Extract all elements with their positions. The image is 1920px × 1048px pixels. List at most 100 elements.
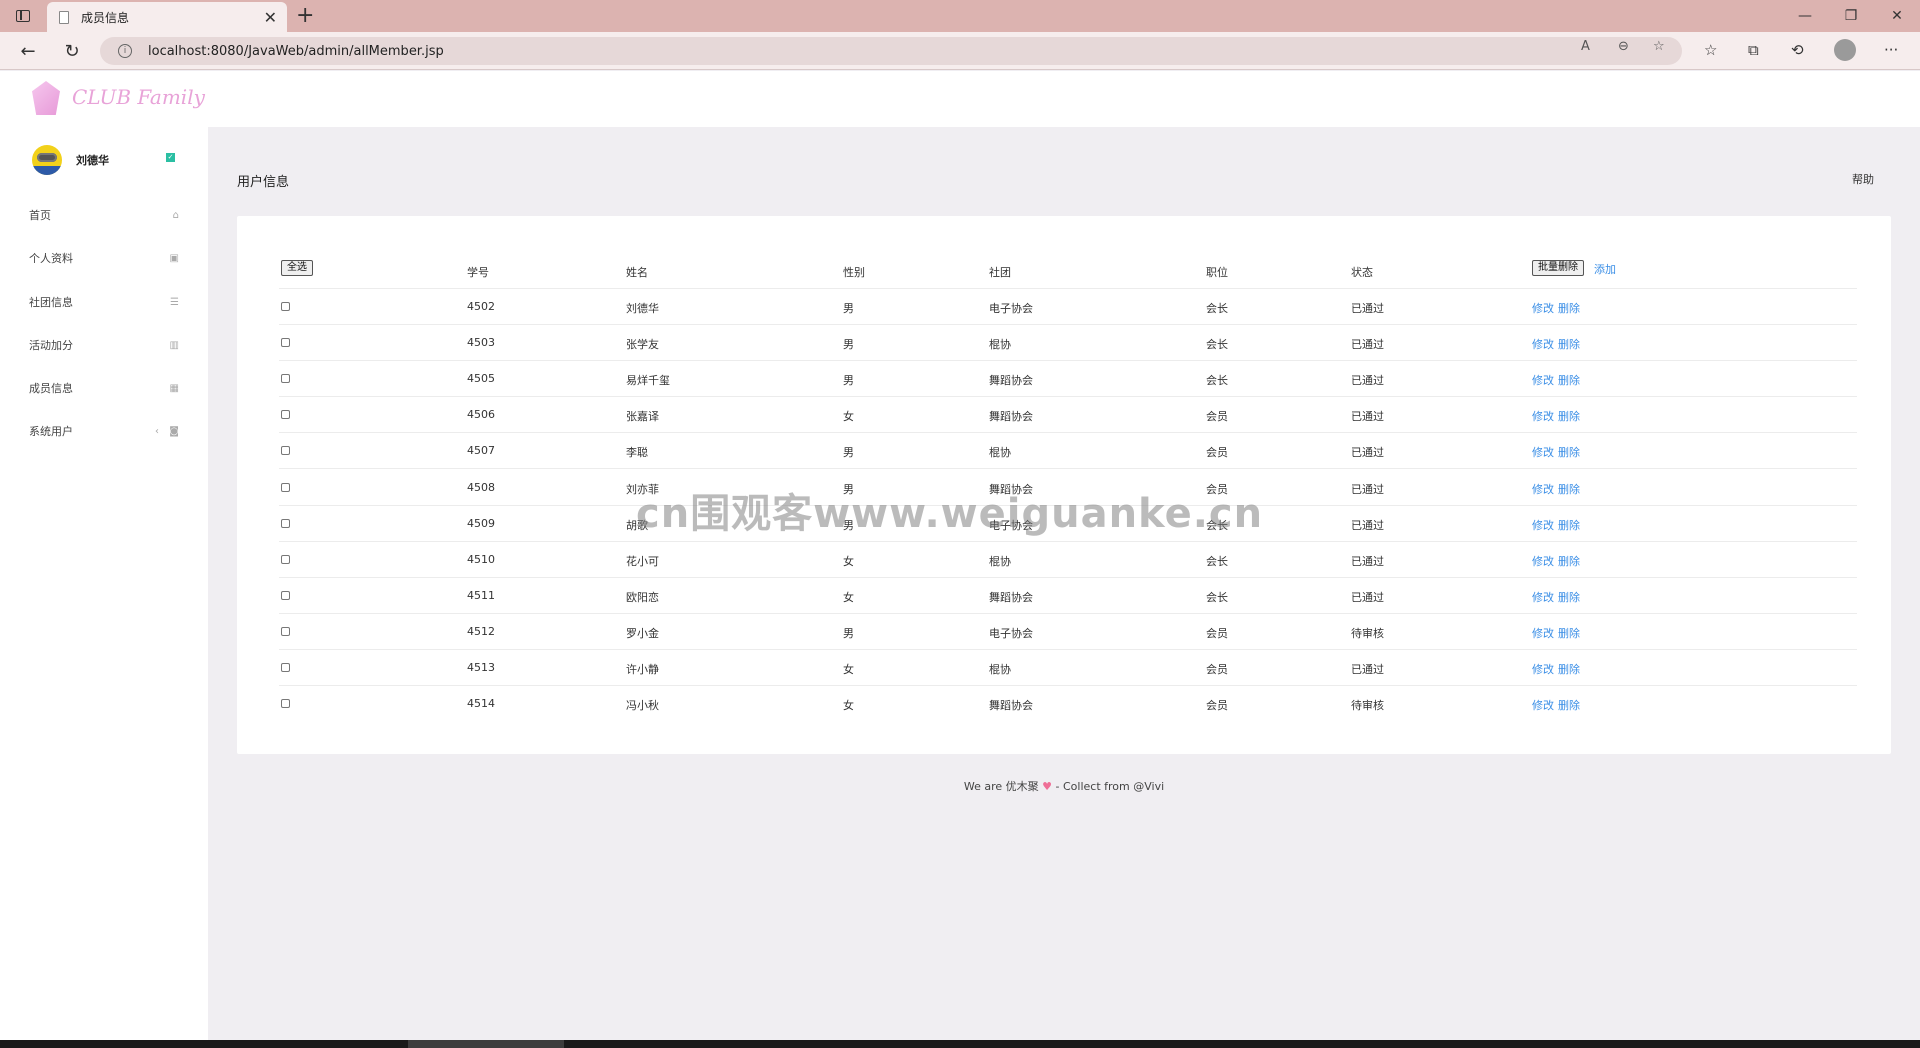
- sidebar-item-clubs[interactable]: 社团信息 ☰: [0, 287, 208, 317]
- cell-position: 会员: [1206, 627, 1228, 640]
- tab-actions-icon[interactable]: [10, 6, 36, 26]
- read-aloud-icon[interactable]: A: [1581, 39, 1590, 54]
- column-header-status: 状态: [1351, 266, 1373, 279]
- delete-link[interactable]: 删除: [1558, 589, 1580, 605]
- add-member-link[interactable]: 添加: [1594, 261, 1616, 277]
- row-checkbox[interactable]: [281, 627, 290, 636]
- column-header-position: 职位: [1206, 266, 1228, 279]
- info-icon[interactable]: i: [118, 44, 132, 58]
- new-tab-button[interactable]: +: [296, 3, 314, 28]
- cell-gender: 男: [843, 338, 854, 351]
- row-checkbox[interactable]: [281, 591, 290, 600]
- cell-club: 棍协: [989, 446, 1011, 459]
- zoom-out-icon[interactable]: ⊖: [1618, 39, 1629, 54]
- edit-link[interactable]: 修改: [1532, 625, 1554, 641]
- delete-link[interactable]: 删除: [1558, 697, 1580, 713]
- url-text[interactable]: localhost:8080/JavaWeb/admin/allMember.j…: [148, 44, 444, 59]
- sidebar-item-system-users[interactable]: 系统用户 ‹ ◙: [0, 416, 208, 446]
- cell-id: 4508: [467, 481, 495, 494]
- row-checkbox[interactable]: [281, 446, 290, 455]
- favorites-icon[interactable]: ☆: [1704, 41, 1717, 59]
- cell-gender: 男: [843, 446, 854, 459]
- sidebar-item-members[interactable]: 成员信息 ▦: [0, 373, 208, 403]
- select-all-button[interactable]: 全选: [281, 260, 313, 276]
- add-favorite-icon[interactable]: ☆: [1653, 39, 1665, 54]
- delete-link[interactable]: 删除: [1558, 553, 1580, 569]
- edit-link[interactable]: 修改: [1532, 517, 1554, 533]
- delete-link[interactable]: 删除: [1558, 517, 1580, 533]
- row-checkbox[interactable]: [281, 374, 290, 383]
- cell-status: 已通过: [1351, 555, 1384, 568]
- row-checkbox[interactable]: [281, 663, 290, 672]
- help-link[interactable]: 帮助: [1852, 171, 1874, 187]
- cell-position: 会长: [1206, 374, 1228, 387]
- edit-link[interactable]: 修改: [1532, 589, 1554, 605]
- edit-link[interactable]: 修改: [1532, 481, 1554, 497]
- row-checkbox[interactable]: [281, 555, 290, 564]
- taskbar-active-app[interactable]: [408, 1040, 564, 1048]
- cell-position: 会员: [1206, 699, 1228, 712]
- edit-link[interactable]: 修改: [1532, 553, 1554, 569]
- cell-status: 已通过: [1351, 663, 1384, 676]
- sidebar-item-activity[interactable]: 活动加分 ▥: [0, 330, 208, 360]
- edit-link[interactable]: 修改: [1532, 372, 1554, 388]
- address-bar[interactable]: i localhost:8080/JavaWeb/admin/allMember…: [100, 37, 1682, 65]
- cell-position: 会长: [1206, 302, 1228, 315]
- close-tab-icon[interactable]: ✕: [264, 8, 277, 27]
- edit-link[interactable]: 修改: [1532, 300, 1554, 316]
- cell-id: 4514: [467, 697, 495, 710]
- edit-link[interactable]: 修改: [1532, 408, 1554, 424]
- profile-icon[interactable]: [1834, 39, 1856, 61]
- delete-link[interactable]: 删除: [1558, 625, 1580, 641]
- cell-name: 张嘉译: [626, 410, 659, 423]
- row-divider: [279, 685, 1857, 686]
- refresh-icon[interactable]: ↻: [58, 38, 86, 64]
- user-profile[interactable]: 刘德华: [32, 145, 109, 175]
- delete-link[interactable]: 删除: [1558, 336, 1580, 352]
- cell-name: 李聪: [626, 446, 648, 459]
- chevron-left-icon: ‹: [155, 425, 159, 437]
- edit-link[interactable]: 修改: [1532, 336, 1554, 352]
- edit-link[interactable]: 修改: [1532, 661, 1554, 677]
- sidebar-item-label: 首页: [29, 209, 51, 222]
- delete-link[interactable]: 删除: [1558, 444, 1580, 460]
- browser-tab[interactable]: 成员信息 ✕: [47, 2, 287, 32]
- status-badge: ✓: [166, 153, 175, 162]
- delete-link[interactable]: 删除: [1558, 661, 1580, 677]
- cell-name: 花小可: [626, 555, 659, 568]
- row-checkbox[interactable]: [281, 699, 290, 708]
- row-checkbox[interactable]: [281, 410, 290, 419]
- minimize-icon[interactable]: —: [1782, 0, 1828, 32]
- restore-icon[interactable]: ❐: [1828, 0, 1874, 32]
- cell-club: 电子协会: [989, 302, 1033, 315]
- batch-delete-button[interactable]: 批量删除: [1532, 260, 1584, 276]
- row-checkbox[interactable]: [281, 519, 290, 528]
- cell-gender: 男: [843, 374, 854, 387]
- edit-link[interactable]: 修改: [1532, 444, 1554, 460]
- page-icon: [59, 10, 69, 24]
- taskbar: [0, 1040, 1920, 1048]
- collections-icon[interactable]: ⧉: [1748, 41, 1759, 59]
- cell-status: 已通过: [1351, 483, 1384, 496]
- sidebar-item-profile[interactable]: 个人资料 ▣: [0, 243, 208, 273]
- back-icon[interactable]: ←: [14, 38, 42, 64]
- cell-id: 4510: [467, 553, 495, 566]
- window-close-icon[interactable]: ✕: [1874, 0, 1920, 32]
- edit-link[interactable]: 修改: [1532, 697, 1554, 713]
- cell-position: 会长: [1206, 555, 1228, 568]
- sidebar-item-home[interactable]: 首页 ⌂: [0, 200, 208, 230]
- row-checkbox[interactable]: [281, 483, 290, 492]
- delete-link[interactable]: 删除: [1558, 481, 1580, 497]
- history-icon[interactable]: ⟲: [1791, 41, 1804, 59]
- delete-link[interactable]: 删除: [1558, 372, 1580, 388]
- delete-link[interactable]: 删除: [1558, 300, 1580, 316]
- row-divider: [279, 324, 1857, 325]
- more-icon[interactable]: ···: [1884, 41, 1898, 59]
- tab-title: 成员信息: [81, 10, 130, 25]
- delete-link[interactable]: 删除: [1558, 408, 1580, 424]
- row-checkbox[interactable]: [281, 302, 290, 311]
- logo-text[interactable]: CLUB Family: [72, 85, 205, 109]
- row-checkbox[interactable]: [281, 338, 290, 347]
- cell-club: 棍协: [989, 663, 1011, 676]
- cell-id: 4505: [467, 372, 495, 385]
